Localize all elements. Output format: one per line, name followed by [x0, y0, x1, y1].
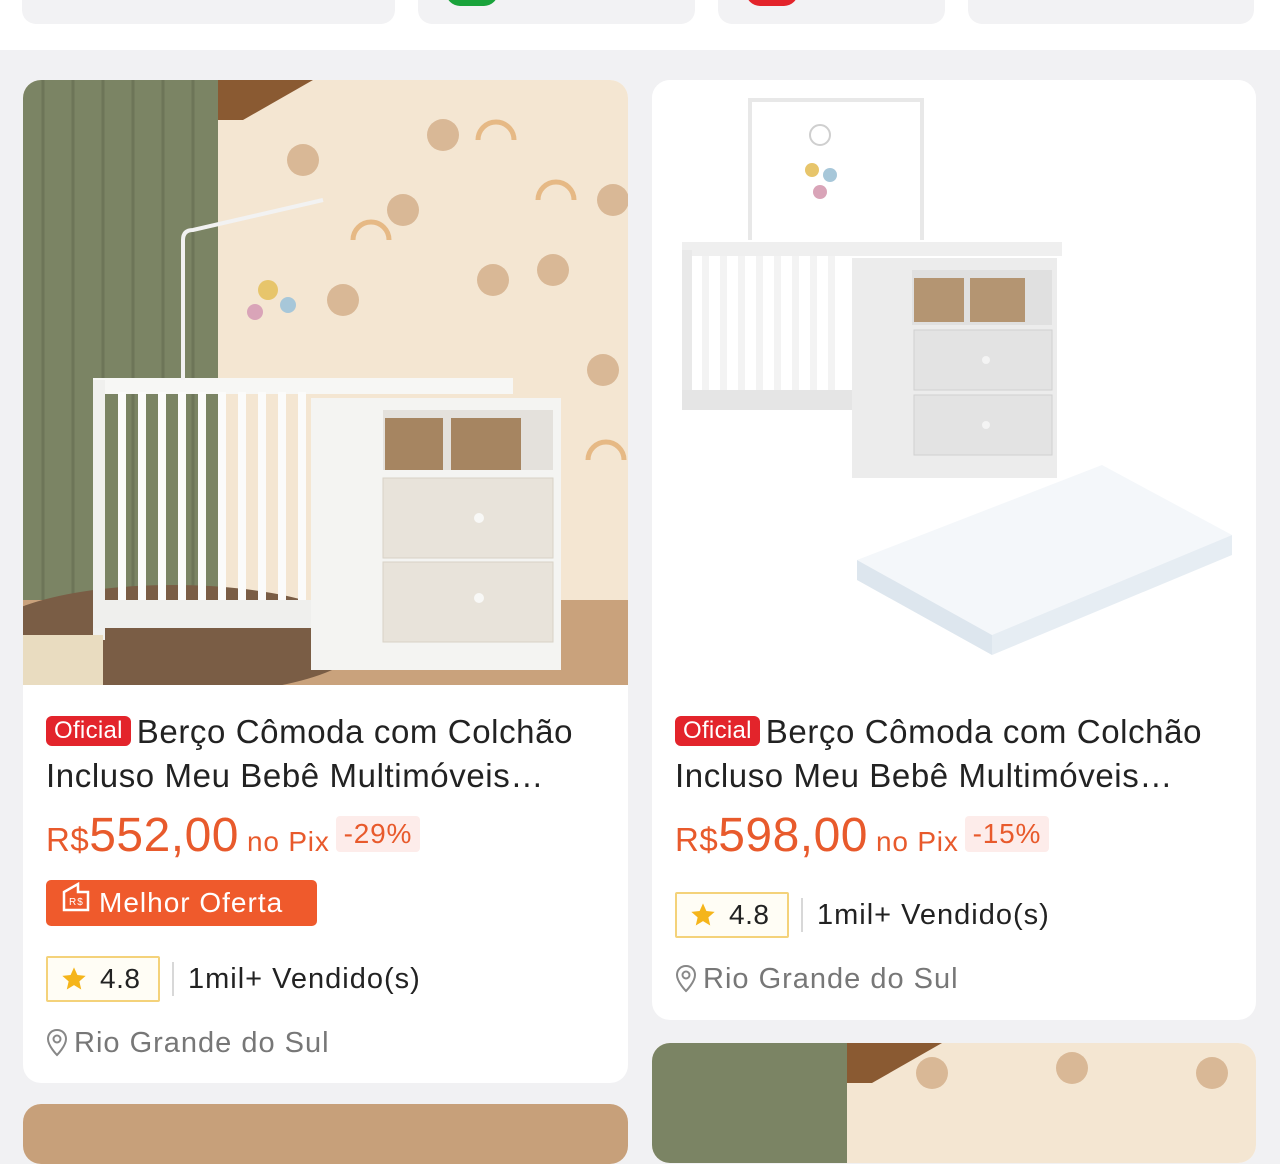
price-value: 598,00 — [718, 809, 868, 862]
price-currency: R$ — [675, 821, 719, 858]
best-offer-icon: R$ — [60, 880, 92, 930]
location-row: Rio Grande do Sul — [675, 959, 959, 999]
product-card[interactable] — [652, 1043, 1256, 1163]
official-badge: Oficial — [675, 716, 760, 746]
rating-row: 4.8 1mil+ Vendido(s) — [675, 892, 1050, 938]
top-filter-bar — [0, 0, 1280, 50]
star-icon — [62, 967, 86, 990]
location-text: Rio Grande do Sul — [74, 1026, 330, 1059]
price-value: 552,00 — [89, 809, 239, 862]
discount-badge: -29% — [335, 816, 421, 852]
sold-count: 1mil+ Vendido(s) — [817, 898, 1050, 931]
location-pin-icon — [675, 964, 697, 993]
product-card[interactable]: Oficial Berço Cômoda com Colchão Incluso … — [23, 80, 628, 1083]
location-pin-icon — [46, 1028, 68, 1057]
product-title[interactable]: Oficial Berço Cômoda com Colchão Incluso … — [46, 710, 606, 798]
location-row: Rio Grande do Sul — [46, 1023, 330, 1063]
product-image[interactable] — [652, 80, 1256, 685]
discount-badge: -15% — [964, 816, 1050, 852]
product-image[interactable] — [652, 1043, 1256, 1163]
rating-box: 4.8 — [675, 892, 789, 938]
best-offer-label: Melhor Oferta — [99, 887, 284, 918]
filter-chip[interactable] — [22, 0, 395, 24]
sold-count: 1mil+ Vendido(s) — [188, 962, 421, 995]
green-tag-icon — [446, 0, 498, 6]
price-suffix: no Pix — [876, 826, 959, 857]
filter-chip[interactable] — [718, 0, 945, 24]
filter-chip[interactable] — [968, 0, 1254, 24]
product-card[interactable]: Oficial Berço Cômoda com Colchão Incluso … — [652, 80, 1256, 1020]
filter-chip[interactable] — [418, 0, 695, 24]
divider — [801, 898, 803, 932]
price-row: R$552,00 no Pix -29% — [46, 808, 421, 864]
red-tag-icon — [746, 0, 798, 6]
product-card[interactable] — [23, 1104, 628, 1164]
svg-text:R$: R$ — [69, 897, 84, 908]
location-text: Rio Grande do Sul — [703, 962, 959, 995]
product-image[interactable] — [23, 80, 628, 685]
product-title[interactable]: Oficial Berço Cômoda com Colchão Incluso … — [675, 710, 1235, 798]
price-currency: R$ — [46, 821, 90, 858]
star-icon — [691, 903, 715, 926]
rating-box: 4.8 — [46, 956, 160, 1002]
product-image[interactable] — [23, 1104, 628, 1164]
price-row: R$598,00 no Pix -15% — [675, 808, 1050, 864]
best-offer-tag: R$ Melhor Oferta — [46, 880, 317, 926]
rating-row: 4.8 1mil+ Vendido(s) — [46, 956, 421, 1002]
divider — [172, 962, 174, 996]
rating-value: 4.8 — [729, 899, 770, 930]
price-suffix: no Pix — [247, 826, 330, 857]
rating-value: 4.8 — [100, 963, 141, 994]
official-badge: Oficial — [46, 716, 131, 746]
